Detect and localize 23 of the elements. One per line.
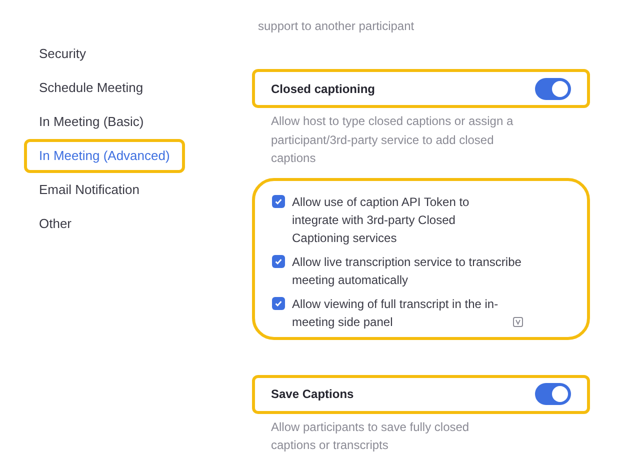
toggle-switch[interactable] xyxy=(535,78,571,100)
checkbox-label: Allow live transcription service to transcribe meeting automatically xyxy=(292,254,522,288)
setting-title: Closed captioning xyxy=(271,80,376,98)
sidebar-item[interactable]: Security xyxy=(24,37,101,71)
setting-description: support to another participant xyxy=(257,18,416,35)
checkbox[interactable] xyxy=(272,194,285,208)
setting-description: Allow host to type closed captions or assign a participant/3rd-party service to add closed captions xyxy=(270,113,514,167)
checkbox[interactable] xyxy=(272,254,285,268)
check-icon xyxy=(274,196,283,206)
setting-description: Allow participants to save fully closed captions or transcripts xyxy=(270,418,470,454)
checkbox[interactable] xyxy=(272,296,285,310)
checkbox-label: Allow viewing of full transcript in the in-meeting side panel xyxy=(292,296,500,330)
check-icon xyxy=(274,298,283,308)
sidebar-item[interactable]: In Meeting (Basic) xyxy=(24,105,159,139)
checkbox-label: Allow use of caption API Token to integrate with 3rd-party Closed Captioning services xyxy=(292,194,470,246)
check-icon xyxy=(274,256,283,266)
info-icon[interactable] xyxy=(513,316,523,326)
sidebar-item[interactable]: Schedule Meeting xyxy=(24,71,158,105)
sidebar-item[interactable]: In Meeting (Advanced) xyxy=(24,139,185,173)
sidebar-item[interactable]: Email Notification xyxy=(24,173,154,207)
setting-title: Save Captions xyxy=(271,386,354,403)
sidebar-item[interactable]: Other xyxy=(24,207,87,241)
toggle-switch[interactable] xyxy=(535,383,571,405)
